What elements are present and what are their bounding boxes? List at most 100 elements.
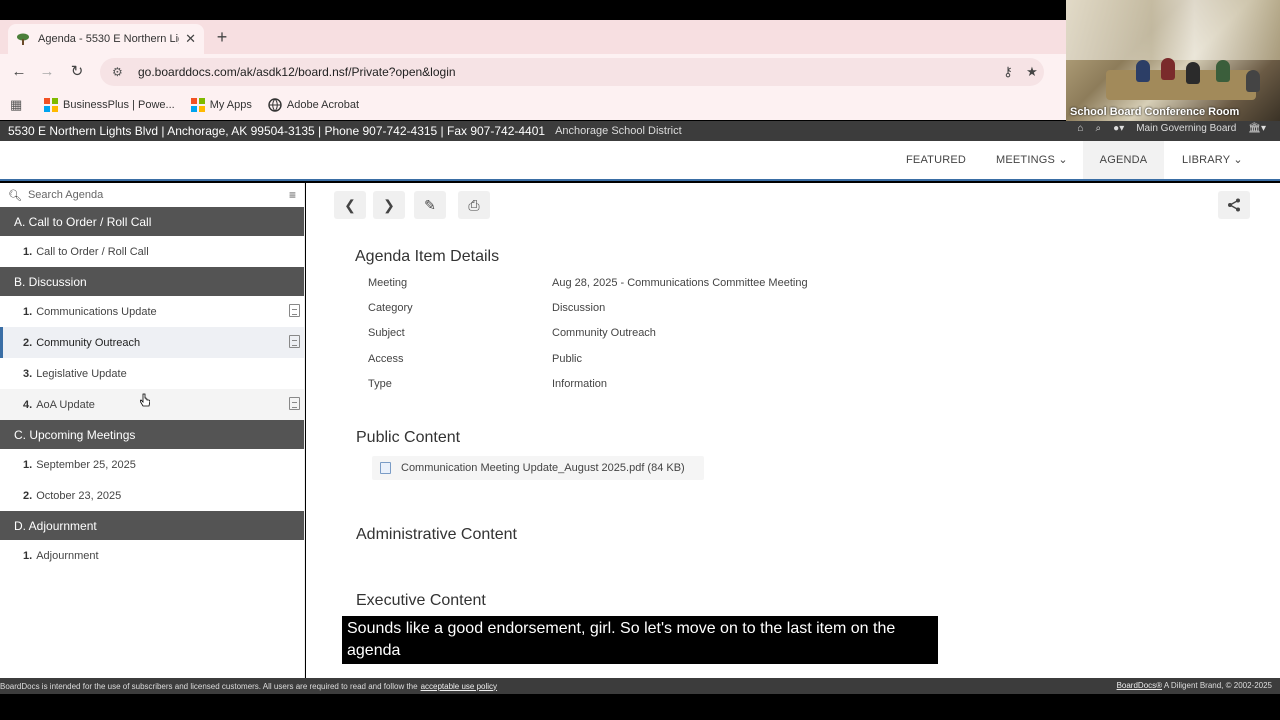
bookmark-label: Adobe Acrobat <box>286 99 360 111</box>
bookmark-businessplus[interactable]: BusinessPlus | Powe... <box>44 98 175 112</box>
detail-value: Public <box>552 353 582 365</box>
webcam-person <box>1246 70 1260 92</box>
edit-button[interactable]: ✎ <box>414 191 446 219</box>
pencil-icon: ✎ <box>424 197 436 213</box>
next-item-button[interactable]: ❯ <box>373 191 405 219</box>
item-number: 1. <box>23 549 33 562</box>
chevron-right-icon: ❯ <box>383 197 395 213</box>
item-label: AoA Update <box>36 398 95 411</box>
agenda-item[interactable]: 1. Call to Order / Roll Call <box>0 236 304 267</box>
item-number: 1. <box>23 458 33 471</box>
menu-library[interactable]: LIBRARY ⌄ <box>1182 141 1243 179</box>
menu-meetings[interactable]: MEETINGS ⌄ <box>996 141 1068 179</box>
globe-icon <box>268 98 282 112</box>
item-label: October 23, 2025 <box>36 489 122 502</box>
video-caption: Sounds like a good endorsement, girl. So… <box>342 616 938 664</box>
search-agenda-input[interactable]: Search Agenda <box>28 189 103 201</box>
item-number: 4. <box>23 398 33 411</box>
item-label: Adjournment <box>36 549 99 562</box>
agenda-item-details-pane: ❮ ❯ ✎ ⎙ Agenda Item Details Meeting Aug 2… <box>306 183 1280 678</box>
navigation-bar: ← → ↻ ⚙ go.boarddocs.com/ak/asdk12/board… <box>0 54 1066 90</box>
webcam-person <box>1136 60 1150 82</box>
password-key-icon[interactable]: ⚷ <box>996 64 1020 80</box>
user-icon[interactable]: ●▾ <box>1113 123 1124 134</box>
executive-content-heading: Executive Content <box>356 592 486 609</box>
reload-icon[interactable]: ↻ <box>66 62 88 82</box>
chevron-down-icon: ⌄ <box>1233 154 1243 166</box>
search-icon[interactable]: ⌕ <box>1096 123 1102 134</box>
bookmark-adobe-acrobat[interactable]: Adobe Acrobat <box>268 98 359 112</box>
section-adjournment[interactable]: D. Adjournment <box>0 511 304 540</box>
item-number: 2. <box>23 336 33 349</box>
menu-agenda[interactable]: AGENDA <box>1083 141 1164 179</box>
institution-icon[interactable]: 🏛▾ <box>1248 123 1266 134</box>
boarddocs-link[interactable]: BoardDocs® <box>1117 681 1162 690</box>
menu-library-label: LIBRARY <box>1182 154 1231 166</box>
back-arrow-icon[interactable]: ← <box>8 62 30 82</box>
tab-bar: Agenda - 5530 E Northern Ligh ✕ + <box>0 20 1066 54</box>
tree-favicon-icon <box>17 33 29 45</box>
menu-meetings-label: MEETINGS <box>996 154 1056 166</box>
public-content-heading: Public Content <box>356 429 461 446</box>
agenda-item[interactable]: 2. October 23, 2025 <box>0 480 304 511</box>
tab-title: Agenda - 5530 E Northern Ligh <box>38 33 180 45</box>
home-icon[interactable]: ⌂ <box>1078 123 1084 134</box>
agenda-search[interactable]: 🔍︎ Search Agenda ≡ <box>0 183 304 207</box>
menu-featured[interactable]: FEATURED <box>906 141 966 179</box>
webcam-table <box>1106 70 1256 100</box>
item-number: 1. <box>23 305 33 318</box>
webcam-wall <box>1066 0 1280 60</box>
new-tab-button[interactable]: + <box>212 27 232 48</box>
footer-text: BoardDocs is intended for the use of sub… <box>0 681 418 691</box>
item-number: 3. <box>23 367 33 380</box>
agenda-item-selected[interactable]: 2. Community Outreach <box>0 327 304 358</box>
browser-tab[interactable]: Agenda - 5530 E Northern Ligh ✕ <box>8 24 204 54</box>
agenda-item[interactable]: 1. Communications Update <box>0 296 304 327</box>
acceptable-use-policy-link[interactable]: acceptable use policy <box>421 682 498 691</box>
previous-item-button[interactable]: ❮ <box>334 191 366 219</box>
item-number: 1. <box>23 245 33 258</box>
site-info-bar: 5530 E Northern Lights Blvd | Anchorage,… <box>0 121 1280 141</box>
forward-arrow-icon[interactable]: → <box>36 62 58 82</box>
site-settings-icon[interactable]: ⚙ <box>112 65 126 79</box>
main-menu: FEATURED MEETINGS ⌄ AGENDA LIBRARY ⌄ <box>0 141 1280 181</box>
windows-logo-icon <box>190 98 205 112</box>
section-discussion[interactable]: B. Discussion <box>0 267 304 296</box>
close-tab-icon[interactable]: ✕ <box>185 31 196 47</box>
document-icon <box>289 397 300 410</box>
webcam-person <box>1161 58 1175 80</box>
section-upcoming-meetings[interactable]: C. Upcoming Meetings <box>0 420 304 449</box>
bookmark-my-apps[interactable]: My Apps <box>190 98 252 112</box>
share-button[interactable] <box>1218 191 1250 219</box>
apps-grid-icon[interactable]: ▦ <box>10 97 26 113</box>
site-address: 5530 E Northern Lights Blvd | Anchorage,… <box>8 124 546 138</box>
webcam-label: School Board Conference Room <box>1070 106 1240 118</box>
print-button[interactable]: ⎙ <box>458 191 490 219</box>
board-name[interactable]: Main Governing Board <box>1136 123 1236 134</box>
section-call-to-order[interactable]: A. Call to Order / Roll Call <box>0 207 304 236</box>
bookmark-label: My Apps <box>209 99 252 111</box>
footer-copyright: BoardDocs® A Diligent Brand, © 2002-2025 <box>1117 681 1272 690</box>
district-name: Anchorage School District <box>555 125 682 137</box>
attachment-link[interactable]: Communication Meeting Update_August 2025… <box>372 456 704 480</box>
page-footer: BoardDocs is intended for the use of sub… <box>0 678 1280 694</box>
agenda-item[interactable]: 4. AoA Update <box>0 389 304 420</box>
page-title: Agenda Item Details <box>355 248 500 265</box>
pdf-file-icon <box>380 462 391 474</box>
detail-value: Discussion <box>552 302 606 314</box>
detail-label: Subject <box>368 327 405 339</box>
agenda-item[interactable]: 1. Adjournment <box>0 540 304 571</box>
detail-value: Information <box>552 378 608 390</box>
bookmark-star-icon[interactable]: ★ <box>1020 64 1044 80</box>
agenda-item[interactable]: 3. Legislative Update <box>0 358 304 389</box>
item-label: Community Outreach <box>36 336 141 349</box>
search-icon: 🔍︎ <box>8 189 22 202</box>
attachment-filename: Communication Meeting Update_August 2025… <box>401 462 685 474</box>
detail-label: Type <box>368 378 392 390</box>
chevron-left-icon: ❮ <box>344 197 356 213</box>
browser-chrome: Agenda - 5530 E Northern Ligh ✕ + ← → ↻ … <box>0 20 1066 120</box>
list-menu-icon[interactable]: ≡ <box>289 188 296 202</box>
webcam-person <box>1216 60 1230 82</box>
agenda-item[interactable]: 1. September 25, 2025 <box>0 449 304 480</box>
address-bar[interactable]: ⚙ go.boarddocs.com/ak/asdk12/board.nsf/P… <box>100 58 1044 86</box>
